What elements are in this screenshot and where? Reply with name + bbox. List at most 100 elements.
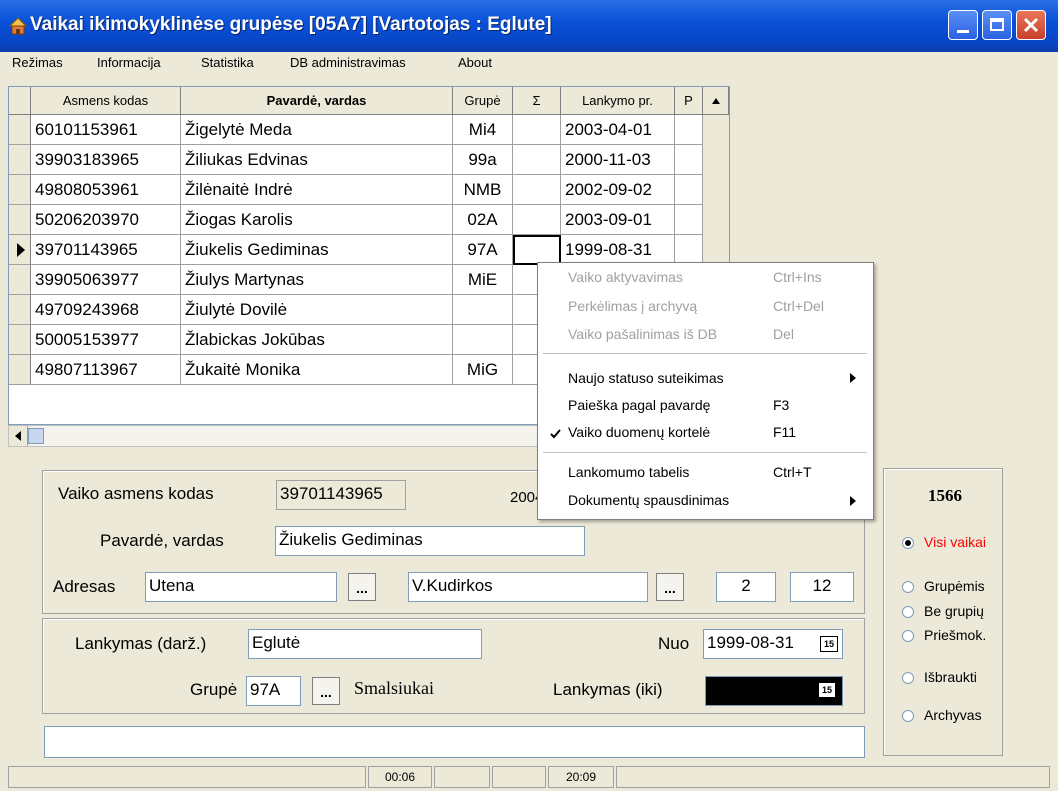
- menu-informacija[interactable]: Informacija: [97, 55, 161, 70]
- cell-asmens-kodas[interactable]: 50206203970: [31, 205, 181, 235]
- cell-grupe[interactable]: MiG: [453, 355, 513, 385]
- radio-visi-vaikai[interactable]: [902, 537, 914, 549]
- cell-grupe[interactable]: MiE: [453, 265, 513, 295]
- message-field[interactable]: [44, 726, 865, 758]
- radio-archyvas[interactable]: [902, 710, 914, 722]
- menu-statistika[interactable]: Statistika: [201, 55, 254, 70]
- street-field[interactable]: V.Kudirkos: [408, 572, 648, 602]
- cell-grupe[interactable]: [453, 325, 513, 355]
- cell-lankymo-pr[interactable]: 1999-08-31: [561, 235, 675, 265]
- street-browse-button[interactable]: ...: [656, 573, 684, 601]
- row-indicator[interactable]: [9, 295, 31, 325]
- cell-pavarde[interactable]: Žiulytė Dovilė: [181, 295, 453, 325]
- row-indicator[interactable]: [9, 175, 31, 205]
- menu-db-administravimas[interactable]: DB administravimas: [290, 55, 406, 70]
- menu-item-vaiko-pasalinimas[interactable]: Vaiko pašalinimas iš DB Del: [538, 319, 873, 347]
- city-browse-button[interactable]: ...: [348, 573, 376, 601]
- cell-asmens-kodas[interactable]: 60101153961: [31, 115, 181, 145]
- cell-pavarde[interactable]: Žilėnaitė Indrė: [181, 175, 453, 205]
- cell-lankymo-pr[interactable]: 2003-09-01: [561, 205, 675, 235]
- maximize-button[interactable]: [982, 10, 1012, 40]
- cell-grupe[interactable]: Mi4: [453, 115, 513, 145]
- cell-asmens-kodas[interactable]: 49807113967: [31, 355, 181, 385]
- asmens-kodas-field[interactable]: 39701143965: [276, 480, 406, 510]
- cell-sigma[interactable]: [513, 145, 561, 175]
- header-lankymo-pr[interactable]: Lankymo pr.: [561, 87, 675, 115]
- cell-sigma[interactable]: [513, 115, 561, 145]
- cell-sigma[interactable]: [513, 205, 561, 235]
- house-number-field[interactable]: 2: [716, 572, 776, 602]
- menu-item-lankomumo-tabelis[interactable]: Lankomumo tabelis Ctrl+T: [538, 459, 873, 487]
- pavarde-field[interactable]: Žiukelis Gediminas: [275, 526, 585, 556]
- title-bar[interactable]: Vaikai ikimokyklinėse grupėse [05A7] [Va…: [0, 0, 1058, 52]
- row-indicator[interactable]: [9, 265, 31, 295]
- row-indicator[interactable]: [9, 145, 31, 175]
- minimize-button[interactable]: [948, 10, 978, 40]
- radio-priesmok[interactable]: [902, 630, 914, 642]
- header-sigma[interactable]: Σ: [513, 87, 561, 115]
- cell-pavarde[interactable]: Žukaitė Monika: [181, 355, 453, 385]
- menu-item-naujo-statuso[interactable]: Naujo statuso suteikimas: [538, 363, 873, 391]
- cell-pavarde[interactable]: Žigelytė Meda: [181, 115, 453, 145]
- grupe-browse-button[interactable]: ...: [312, 677, 340, 705]
- cell-sigma[interactable]: [513, 175, 561, 205]
- city-field[interactable]: Utena: [145, 572, 337, 602]
- cell-lankymo-pr[interactable]: 2002-09-02: [561, 175, 675, 205]
- menu-item-vaiko-aktyvavimas[interactable]: Vaiko aktyvavimas Ctrl+Ins: [538, 263, 873, 291]
- cell-asmens-kodas[interactable]: 50005153977: [31, 325, 181, 355]
- grupe-field[interactable]: 97A: [246, 676, 301, 706]
- radio-isbraukti[interactable]: [902, 672, 914, 684]
- radio-label-isbraukti[interactable]: Išbraukti: [924, 669, 977, 685]
- cell-p[interactable]: [675, 235, 703, 265]
- cell-grupe[interactable]: 99a: [453, 145, 513, 175]
- cell-grupe[interactable]: NMB: [453, 175, 513, 205]
- cell-asmens-kodas[interactable]: 49808053961: [31, 175, 181, 205]
- row-indicator[interactable]: [9, 205, 31, 235]
- cell-asmens-kodas[interactable]: 39905063977: [31, 265, 181, 295]
- menu-item-vaiko-kortele[interactable]: Vaiko duomenų kortelė F11: [538, 419, 873, 447]
- radio-label-visi-vaikai[interactable]: Visi vaikai: [924, 534, 986, 550]
- apartment-number-field[interactable]: 12: [790, 572, 854, 602]
- row-indicator[interactable]: [9, 355, 31, 385]
- cell-pavarde[interactable]: Žlabickas Jokūbas: [181, 325, 453, 355]
- cell-pavarde[interactable]: Žiukelis Gediminas: [181, 235, 453, 265]
- radio-label-priesmok[interactable]: Priešmok.: [924, 627, 986, 643]
- radio-label-archyvas[interactable]: Archyvas: [924, 707, 982, 723]
- radio-grupemis[interactable]: [902, 581, 914, 593]
- cell-p[interactable]: [675, 175, 703, 205]
- cell-p[interactable]: [675, 145, 703, 175]
- calendar-icon[interactable]: 15: [818, 682, 836, 698]
- cell-grupe[interactable]: [453, 295, 513, 325]
- close-button[interactable]: [1016, 10, 1046, 40]
- cell-grupe[interactable]: 02A: [453, 205, 513, 235]
- cell-pavarde[interactable]: Žiogas Karolis: [181, 205, 453, 235]
- row-indicator-current[interactable]: [9, 235, 31, 265]
- cell-pavarde[interactable]: Žiliukas Edvinas: [181, 145, 453, 175]
- scroll-thumb[interactable]: [28, 428, 44, 444]
- cell-asmens-kodas[interactable]: 39701143965: [31, 235, 181, 265]
- cell-sigma-focused[interactable]: [513, 235, 561, 265]
- menu-item-paieska[interactable]: Paieška pagal pavardę F3: [538, 391, 873, 419]
- radio-label-be-grupiu[interactable]: Be grupių: [924, 603, 984, 619]
- header-grupe[interactable]: Grupė: [453, 87, 513, 115]
- lankymas-field[interactable]: Eglutė: [248, 629, 482, 659]
- header-p[interactable]: P: [675, 87, 703, 115]
- row-indicator[interactable]: [9, 115, 31, 145]
- scroll-left-button[interactable]: [9, 426, 28, 446]
- header-asmens-kodas[interactable]: Asmens kodas: [31, 87, 181, 115]
- cell-lankymo-pr[interactable]: 2000-11-03: [561, 145, 675, 175]
- calendar-icon[interactable]: 15: [820, 636, 838, 652]
- cell-asmens-kodas[interactable]: 39903183965: [31, 145, 181, 175]
- menu-rezimas[interactable]: Režimas: [12, 55, 63, 70]
- cell-p[interactable]: [675, 115, 703, 145]
- scroll-up-button[interactable]: [703, 87, 729, 115]
- header-pavarde-vardas[interactable]: Pavardė, vardas: [181, 87, 453, 115]
- menu-about[interactable]: About: [458, 55, 492, 70]
- cell-grupe[interactable]: 97A: [453, 235, 513, 265]
- cell-p[interactable]: [675, 205, 703, 235]
- radio-be-grupiu[interactable]: [902, 606, 914, 618]
- radio-label-grupemis[interactable]: Grupėmis: [924, 578, 985, 594]
- menu-item-dokumentu-spausdinimas[interactable]: Dokumentų spausdinimas: [538, 487, 873, 515]
- cell-asmens-kodas[interactable]: 49709243968: [31, 295, 181, 325]
- cell-lankymo-pr[interactable]: 2003-04-01: [561, 115, 675, 145]
